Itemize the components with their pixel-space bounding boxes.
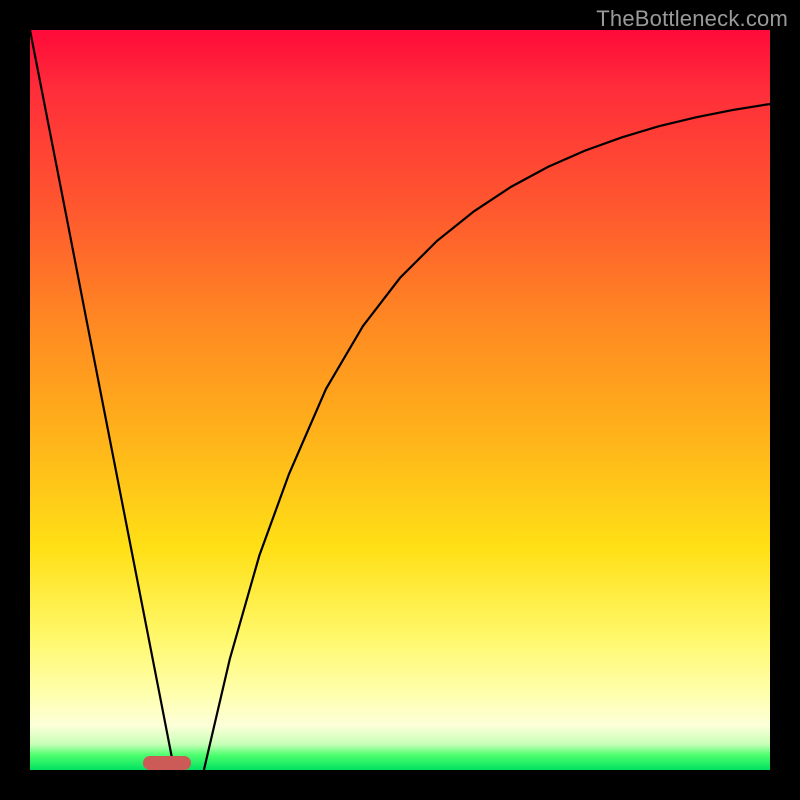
curve-svg [30, 30, 770, 770]
bottleneck-marker [143, 756, 191, 770]
curve-right-branch [204, 104, 770, 770]
curve-left-branch [30, 30, 174, 770]
watermark-text: TheBottleneck.com [596, 6, 788, 32]
plot-area [30, 30, 770, 770]
chart-frame: TheBottleneck.com [0, 0, 800, 800]
